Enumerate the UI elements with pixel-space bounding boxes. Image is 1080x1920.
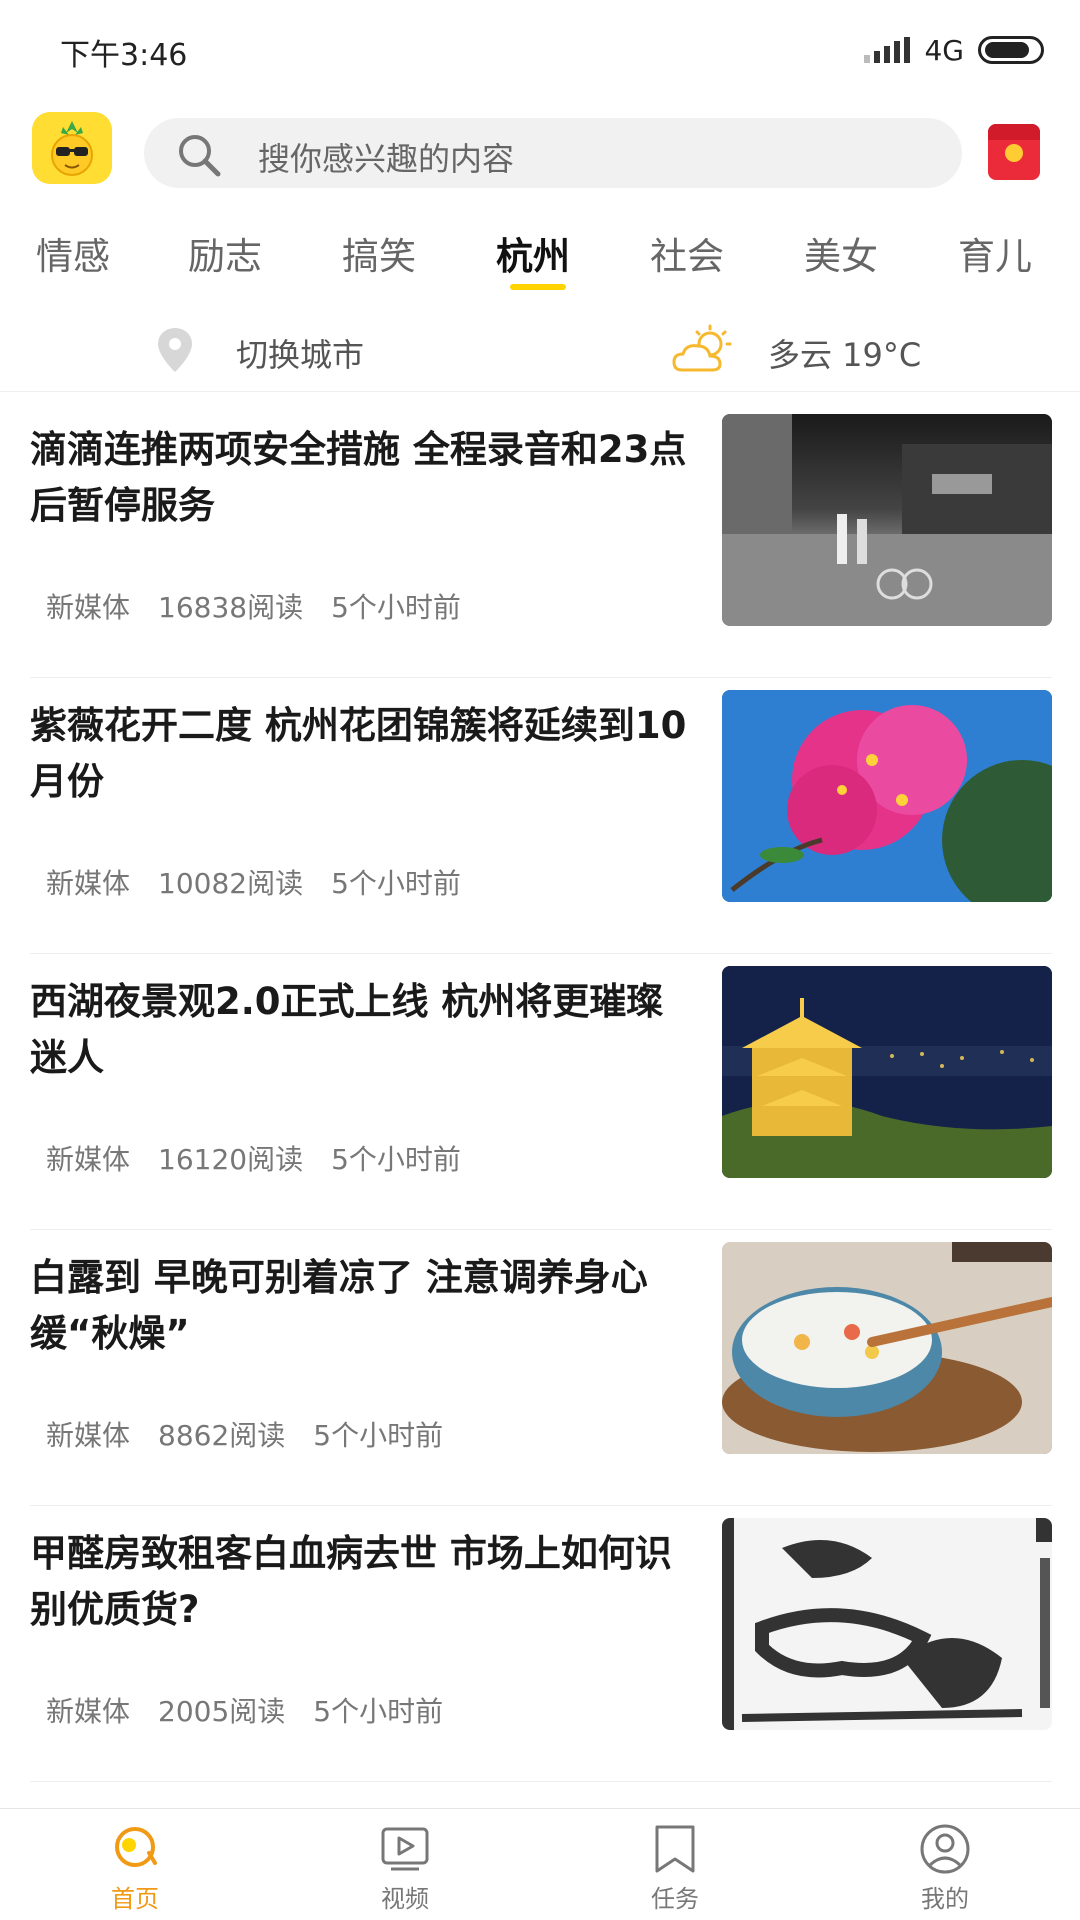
article-title: 甲醛房致租客白血病去世 市场上如何识别优质货? — [30, 1532, 672, 1631]
article-item[interactable]: 西湖夜景观2.0正式上线 杭州将更璀璨迷人 新媒体 16120阅读 5个小时前 — [30, 956, 1052, 1230]
article-title: 滴滴连推两项安全措施 全程录音和23点后暂停服务 — [30, 428, 687, 527]
article-thumbnail — [722, 1242, 1052, 1454]
cloudy-weather-icon — [672, 324, 732, 372]
tab-meinv[interactable]: 美女 — [804, 226, 878, 280]
article-thumbnail — [722, 690, 1052, 902]
category-tabs: 情感 励志 搞笑 杭州 社会 美女 育儿 — [0, 226, 1080, 296]
home-icon — [115, 1827, 157, 1867]
article-meta: 新媒体 8862阅读 5个小时前 — [46, 1414, 443, 1454]
article-time: 5个小时前 — [331, 867, 461, 900]
tab-qinggan[interactable]: 情感 — [36, 226, 110, 280]
bookmark-task-icon — [655, 1825, 695, 1873]
nav-tasks[interactable]: 任务 — [595, 1817, 755, 1917]
article-reads: 2005阅读 — [158, 1695, 286, 1728]
article-title: 紫薇花开二度 杭州花团锦簇将延续到10月份 — [30, 704, 687, 803]
weather-text: 多云 19°C — [768, 336, 922, 374]
article-item[interactable]: 甲醛房致租客白血病去世 市场上如何识别优质货? 新媒体 2005阅读 5个小时前 — [30, 1508, 1052, 1782]
nav-home[interactable]: 首页 — [55, 1817, 215, 1917]
status-time: 下午3:46 — [60, 38, 188, 73]
nav-home-label: 首页 — [111, 1885, 159, 1913]
nav-profile-label: 我的 — [921, 1885, 969, 1913]
nav-tasks-label: 任务 — [651, 1885, 699, 1913]
article-time: 5个小时前 — [313, 1419, 444, 1452]
video-icon — [381, 1827, 429, 1871]
article-title: 白露到 早晚可别着凉了 注意调养身心缓“秋燥” — [30, 1256, 648, 1355]
article-source: 新媒体 — [46, 1695, 131, 1728]
article-thumbnail — [722, 414, 1052, 626]
article-time: 5个小时前 — [331, 591, 461, 624]
tab-hangzhou[interactable]: 杭州 — [496, 226, 570, 280]
article-source: 新媒体 — [46, 591, 131, 624]
article-thumbnail — [722, 1518, 1052, 1730]
bottom-nav: 首页 视频 任务 我的 — [0, 1808, 1080, 1920]
article-meta: 新媒体 10082阅读 5个小时前 — [46, 862, 461, 902]
tab-shehui[interactable]: 社会 — [650, 226, 724, 280]
article-reads: 8862阅读 — [158, 1419, 286, 1452]
article-source: 新媒体 — [46, 1143, 131, 1176]
status-icons: 4G — [864, 30, 1044, 70]
article-reads: 16838阅读 — [158, 591, 304, 624]
article-time: 5个小时前 — [313, 1695, 444, 1728]
tab-yuer[interactable]: 育儿 — [958, 226, 1032, 280]
switch-city-link[interactable]: 切换城市 — [236, 330, 364, 376]
search-input[interactable]: 搜你感兴趣的内容 — [144, 118, 962, 188]
nav-video-label: 视频 — [381, 1885, 429, 1913]
search-icon — [179, 135, 221, 177]
active-tab-indicator — [510, 284, 566, 290]
signal-icon — [864, 37, 911, 63]
article-reads: 16120阅读 — [158, 1143, 304, 1176]
battery-icon — [978, 36, 1044, 64]
article-source: 新媒体 — [46, 1419, 131, 1452]
red-packet-icon[interactable] — [988, 124, 1040, 180]
nav-video[interactable]: 视频 — [325, 1817, 485, 1917]
article-meta: 新媒体 16838阅读 5个小时前 — [46, 586, 461, 626]
app-logo-pineapple-icon[interactable] — [32, 112, 112, 184]
tab-gaoxiao[interactable]: 搞笑 — [342, 226, 416, 280]
search-header: 搜你感兴趣的内容 — [0, 112, 1080, 192]
location-pin-icon[interactable] — [154, 326, 196, 374]
article-source: 新媒体 — [46, 867, 131, 900]
article-item[interactable]: 紫薇花开二度 杭州花团锦簇将延续到10月份 新媒体 10082阅读 5个小时前 — [30, 680, 1052, 954]
network-type: 4G — [924, 33, 964, 67]
city-weather-bar: 切换城市 多云 19°C — [0, 320, 1080, 392]
article-meta: 新媒体 16120阅读 5个小时前 — [46, 1138, 461, 1178]
article-reads: 10082阅读 — [158, 867, 304, 900]
article-item[interactable]: 滴滴连推两项安全措施 全程录音和23点后暂停服务 新媒体 16838阅读 5个小… — [30, 404, 1052, 678]
article-thumbnail — [722, 966, 1052, 1178]
article-title: 西湖夜景观2.0正式上线 杭州将更璀璨迷人 — [30, 980, 664, 1079]
article-meta: 新媒体 2005阅读 5个小时前 — [46, 1690, 443, 1730]
status-bar: 下午3:46 4G — [0, 0, 1080, 100]
tab-lizhi[interactable]: 励志 — [188, 226, 262, 280]
article-time: 5个小时前 — [331, 1143, 461, 1176]
search-placeholder: 搜你感兴趣的内容 — [258, 140, 515, 178]
user-profile-icon — [920, 1824, 970, 1874]
nav-profile[interactable]: 我的 — [865, 1817, 1025, 1917]
article-item[interactable]: 白露到 早晚可别着凉了 注意调养身心缓“秋燥” 新媒体 8862阅读 5个小时前 — [30, 1232, 1052, 1506]
